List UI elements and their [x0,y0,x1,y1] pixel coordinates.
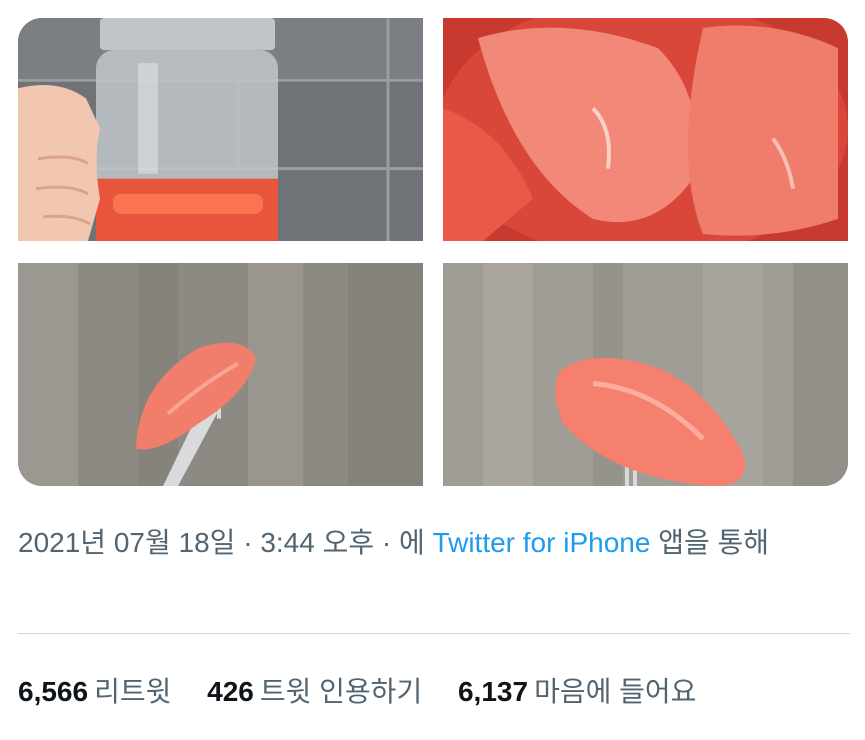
tweet-time[interactable]: 3:44 오후 [260,527,374,558]
quote-tweets-label: 트윗 인용하기 [259,676,423,707]
retweets-label: 리트윗 [94,676,172,707]
tweet-photo-4[interactable] [443,263,848,486]
via-suffix: 앱을 통해 [650,527,770,558]
pickle-on-fork-image-right [443,263,848,486]
meta-separator: · [235,527,261,558]
likes-count: 6,137 [457,676,529,707]
tweet-source-link[interactable]: Twitter for iPhone [433,527,651,558]
pickle-closeup-image [443,18,848,241]
via-prefix: 에 [399,527,433,558]
retweets-stat[interactable]: 6,566 리트윗 [18,672,171,712]
tweet-photo-2[interactable] [443,18,848,241]
jar-photo-image [18,18,423,241]
likes-stat[interactable]: 6,137 마음에 들어요 [458,672,696,712]
likes-label: 마음에 들어요 [534,676,697,707]
quote-tweets-count: 426 [207,676,254,707]
tweet-photo-3[interactable] [18,263,423,486]
tweet-date[interactable]: 2021년 07월 18일 [18,527,235,558]
divider [18,633,850,634]
tweet-media-grid [18,18,848,486]
tweet-photo-1[interactable] [18,18,423,241]
pickle-on-fork-image-left [18,263,423,486]
retweets-count: 6,566 [18,676,89,707]
meta-separator: · [374,527,399,558]
tweet-stats: 6,566 리트윗 426 트윗 인용하기 6,137 마음에 들어요 [18,672,848,712]
tweet-metadata: 2021년 07월 18일 · 3:44 오후 · 에 Twitter for … [18,522,848,564]
quote-tweets-stat[interactable]: 426 트윗 인용하기 [207,672,422,712]
